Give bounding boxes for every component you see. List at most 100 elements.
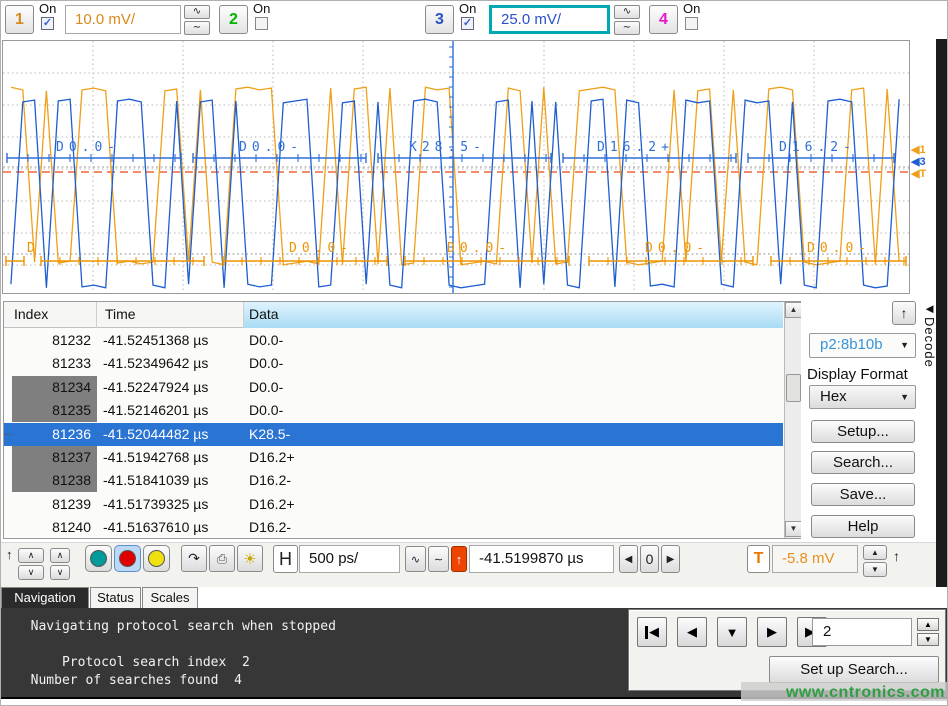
bus-select[interactable]: p2:8b10b ▼: [809, 333, 916, 358]
nav-first-button[interactable]: ◀: [637, 617, 667, 647]
column-header-index[interactable]: Index: [4, 302, 97, 328]
ch2-button[interactable]: 2: [219, 5, 248, 34]
decode-label-blue: D0.0-: [239, 140, 303, 155]
table-row[interactable]: 81235-41.52146201 µsD0.0-: [4, 399, 783, 422]
table-row[interactable]: 81239-41.51739325 µsD16.2+: [4, 493, 783, 516]
tab-status[interactable]: Status: [90, 587, 141, 608]
ch3-on-checkbox[interactable]: [461, 17, 474, 30]
single-icon: [148, 550, 165, 567]
spinner-up-button[interactable]: ∧: [18, 548, 44, 563]
trigger-slope-icon: ↑: [893, 548, 900, 564]
h-sweep-button-1[interactable]: ∿: [405, 546, 426, 572]
arrow-right-icon: ▶: [667, 554, 675, 565]
scrollbar-up-button[interactable]: ▲: [785, 302, 802, 318]
ch3-button[interactable]: 3: [425, 5, 454, 34]
cell-time: -41.51841039 µs: [103, 469, 244, 492]
trigger-level-field[interactable]: -5.8 mV: [772, 545, 858, 573]
tab-navigation[interactable]: Navigation: [1, 587, 89, 608]
step-left-button[interactable]: ◀: [619, 545, 638, 573]
nav-next-button[interactable]: ▶: [757, 617, 787, 647]
spinner-down-button[interactable]: ▼: [863, 562, 887, 577]
nav-prev-button[interactable]: ◀: [677, 617, 707, 647]
setup-button[interactable]: Setup...: [811, 420, 915, 443]
nav-stop-button[interactable]: ▼: [717, 617, 747, 647]
spinner-down-button[interactable]: ▼: [917, 633, 939, 646]
decode-label-orange: D0.0-: [645, 241, 709, 256]
table-row[interactable]: 81240-41.51637610 µsD16.2-: [4, 516, 783, 539]
spinner-up-button[interactable]: ▲: [863, 545, 887, 560]
spinner-up-button[interactable]: ▲: [917, 618, 939, 631]
collapse-panel-button[interactable]: ↑: [892, 301, 916, 325]
decode-side-tab[interactable]: ◄Decode: [922, 301, 937, 368]
column-header-time[interactable]: Time: [97, 302, 244, 328]
cell-time: -41.52451368 µs: [103, 329, 244, 352]
export-button[interactable]: ↷: [181, 545, 207, 572]
table-row[interactable]: 81238-41.51841039 µsD16.2-: [4, 469, 783, 492]
ch3-coupling-button-bottom[interactable]: ∼: [614, 21, 640, 35]
zero-button[interactable]: 0: [640, 545, 659, 573]
watermark: www.cntronics.com: [741, 682, 948, 703]
ch3-coupling-button-top[interactable]: ∿: [614, 5, 640, 19]
search-index-field[interactable]: 2: [812, 618, 912, 646]
ch1-on-label: On: [39, 1, 56, 16]
table-row[interactable]: 81232-41.52451368 µsD0.0-: [4, 329, 783, 352]
chevron-down-icon: ▼: [900, 334, 909, 356]
ch1-coupling-button-top[interactable]: ∿: [184, 5, 210, 19]
ch2-on-label: On: [253, 1, 270, 16]
table-row[interactable]: 81233-41.52349642 µsD0.0-: [4, 352, 783, 375]
stop-button[interactable]: [114, 545, 141, 572]
decode-label-orange: D0.0-: [447, 241, 511, 256]
waveform-display[interactable]: D0.0-D0.0-K28.5-D16.2+D16.2-DD0.0-D0.0-D…: [1, 39, 936, 297]
table-row[interactable]: 81234-41.52247924 µsD0.0-: [4, 376, 783, 399]
setup-search-button[interactable]: Set up Search...: [769, 656, 939, 683]
arrow-up-icon: ↑: [456, 552, 463, 567]
scrollbar-down-button[interactable]: ▼: [785, 521, 802, 537]
cell-index: 81232: [12, 329, 97, 352]
cell-time: -41.52146201 µs: [103, 399, 244, 422]
arrow-left-icon: ◀: [687, 624, 697, 640]
cell-time: -41.51942768 µs: [103, 446, 244, 469]
trigger-menu-button[interactable]: T: [747, 545, 770, 573]
column-header-data[interactable]: Data: [244, 302, 783, 328]
single-button[interactable]: [143, 545, 170, 572]
ch3-scale-field[interactable]: 25.0 mV/: [489, 5, 610, 34]
h-position-field[interactable]: -41.5199870 µs: [469, 545, 614, 573]
cell-data: K28.5-: [249, 423, 769, 446]
decode-label-orange: D0.0-: [289, 241, 353, 256]
ch1-button[interactable]: 1: [5, 5, 34, 34]
h-sweep-button-2[interactable]: ∼: [428, 546, 449, 572]
cell-time: -41.52247924 µs: [103, 376, 244, 399]
table-scrollbar[interactable]: ▲ ▼: [784, 302, 801, 538]
help-button[interactable]: Help: [811, 515, 915, 538]
trigger-position-button[interactable]: ↑: [451, 546, 467, 572]
ch1-coupling-button-bottom[interactable]: ∼: [184, 21, 210, 35]
spinner-down-button[interactable]: ∨: [18, 565, 44, 580]
run-button[interactable]: [85, 545, 112, 572]
save-button[interactable]: Save...: [811, 483, 915, 506]
marker-up-icon: ↑: [6, 547, 13, 562]
print-button[interactable]: ⎙: [209, 545, 235, 572]
spinner-down-button[interactable]: ∨: [50, 565, 70, 580]
ch1-scale-field[interactable]: 10.0 mV/: [65, 5, 181, 34]
cell-index: 81235: [12, 399, 97, 422]
table-row[interactable]: 81236-41.52044482 µsK28.5-: [4, 423, 783, 446]
horizontal-menu-button[interactable]: H: [273, 545, 298, 573]
ch4-button[interactable]: 4: [649, 5, 678, 34]
tab-scales[interactable]: Scales: [142, 587, 198, 608]
decode-label-blue: D0.0-: [56, 140, 120, 155]
channel-marker-T: ◀T: [910, 168, 926, 180]
step-right-button[interactable]: ▶: [661, 545, 680, 573]
search-button[interactable]: Search...: [811, 451, 915, 474]
display-format-select[interactable]: Hex ▼: [809, 385, 916, 409]
brightness-button[interactable]: ☀: [237, 545, 263, 572]
stop-icon: [119, 550, 136, 567]
scrollbar-thumb[interactable]: [786, 374, 801, 402]
spinner-up-button[interactable]: ∧: [50, 548, 70, 563]
ch2-on-checkbox[interactable]: [255, 17, 268, 30]
bar-icon: [645, 626, 648, 639]
ch4-on-checkbox[interactable]: [685, 17, 698, 30]
ch1-on-checkbox[interactable]: [41, 17, 54, 30]
table-row[interactable]: 81237-41.51942768 µsD16.2+: [4, 446, 783, 469]
timebase-field[interactable]: 500 ps/: [299, 545, 400, 573]
vertical-spinner-1: ∧ ∨: [18, 548, 44, 580]
